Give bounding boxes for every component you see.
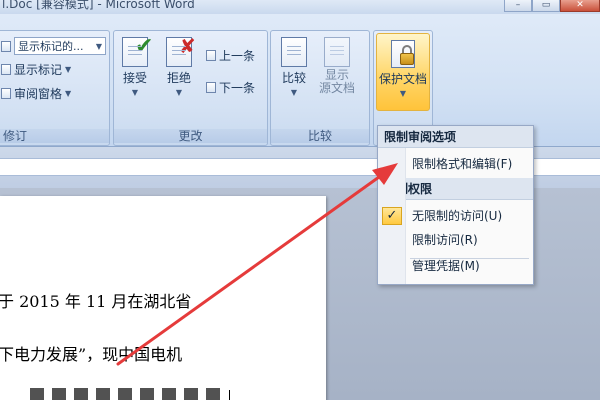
show-source-button[interactable]: 显示 源文档 xyxy=(319,37,355,95)
previous-change-button[interactable]: 上一条 xyxy=(206,47,255,64)
compare-button[interactable]: 比较 ▼ xyxy=(281,37,307,97)
lock-icon xyxy=(391,40,415,68)
reviewing-pane-label: 审阅窗格 xyxy=(14,87,63,101)
check-icon: ✓ xyxy=(382,207,402,225)
document-line-3-partial xyxy=(30,388,220,400)
chevron-down-icon: ▼ xyxy=(65,89,72,98)
maximize-button[interactable]: ▭ xyxy=(532,0,560,12)
chevron-down-icon: ▼ xyxy=(175,88,183,97)
tracking-group-label: 修订 xyxy=(0,129,109,143)
reject-icon: ✘ xyxy=(166,34,196,67)
next-icon xyxy=(206,82,216,93)
next-label: 下一条 xyxy=(219,81,256,95)
changes-group: ✔ 接受 ▼ ✘ 拒绝 ▼ 上一条 下一条 更改 xyxy=(113,30,268,146)
show-markup-icon xyxy=(1,64,11,75)
menu-item-unrestricted-label: 无限制的访问(U) xyxy=(412,209,503,223)
compare-icon xyxy=(281,37,307,67)
chevron-down-icon: ▼ xyxy=(290,88,298,97)
protect-document-label: 保护文档 xyxy=(378,72,427,86)
chevron-down-icon: ▼ xyxy=(95,41,103,51)
menu-item-unrestricted[interactable]: ✓ 无限制的访问(U) xyxy=(378,204,533,228)
reviewing-pane-button[interactable]: 审阅窗格 ▼ xyxy=(1,85,71,102)
close-button[interactable]: ✕ xyxy=(560,0,600,12)
show-markup-button[interactable]: 显示标记 ▼ xyxy=(1,61,71,78)
source-doc-icon xyxy=(324,37,350,67)
markup-dropdown[interactable]: 显示标记的... ▼ xyxy=(14,37,106,55)
menu-section-review: 限制审阅选项 xyxy=(378,126,533,148)
tracking-group: 显示标记的... ▼ 显示标记 ▼ 审阅窗格 ▼ 修订 xyxy=(0,30,110,146)
document-page[interactable]: 于 2015 年 11 月在湖北省 下电力发展”，现中国电机 xyxy=(0,196,326,400)
compare-group: 比较 ▼ 显示 源文档 比较 xyxy=(270,30,370,146)
document-line-1: 于 2015 年 11 月在湖北省 xyxy=(0,292,192,311)
chevron-down-icon: ▼ xyxy=(65,65,72,74)
show-markup-label: 显示标记 xyxy=(14,63,63,77)
title-bar: l.Doc [兼容模式] - Microsoft Word – ▭ ✕ xyxy=(0,0,600,14)
next-change-button[interactable]: 下一条 xyxy=(206,79,255,96)
chevron-down-icon: ▼ xyxy=(399,89,407,98)
compare-label: 比较 xyxy=(281,71,306,85)
markup-dropdown-value: 显示标记的... xyxy=(18,40,84,53)
compare-group-label: 比较 xyxy=(271,129,369,143)
accept-button[interactable]: ✔ 接受 ▼ xyxy=(122,34,153,97)
reviewing-pane-icon xyxy=(1,88,11,99)
protect-document-menu: 限制审阅选项 限制格式和编辑(F) 限制权限 ✓ 无限制的访问(U) 限制访问(… xyxy=(377,125,534,285)
text-cursor xyxy=(229,390,230,400)
document-line-2: 下电力发展”，现中国电机 xyxy=(0,345,183,364)
minimize-button[interactable]: – xyxy=(504,0,532,12)
menu-item-manage-credentials[interactable]: 管理凭据(M) xyxy=(378,254,533,278)
show-source-label-2: 源文档 xyxy=(319,81,356,95)
accept-icon: ✔ xyxy=(122,34,153,67)
previous-icon xyxy=(206,50,216,61)
window-title: l.Doc [兼容模式] - Microsoft Word xyxy=(2,0,195,11)
accept-label: 接受 xyxy=(122,71,147,85)
menu-item-restrict-access[interactable]: 限制访问(R) xyxy=(378,228,533,252)
markup-dropdown-row: 显示标记的... ▼ xyxy=(1,37,106,55)
protect-document-button[interactable]: 保护文档 ▼ xyxy=(376,33,430,111)
reject-button[interactable]: ✘ 拒绝 ▼ xyxy=(166,34,196,97)
chevron-down-icon: ▼ xyxy=(131,88,139,97)
menu-item-restrict-formatting[interactable]: 限制格式和编辑(F) xyxy=(378,152,533,176)
changes-group-label: 更改 xyxy=(114,129,267,143)
previous-label: 上一条 xyxy=(219,49,256,63)
reject-label: 拒绝 xyxy=(166,71,191,85)
markup-icon xyxy=(1,40,11,52)
